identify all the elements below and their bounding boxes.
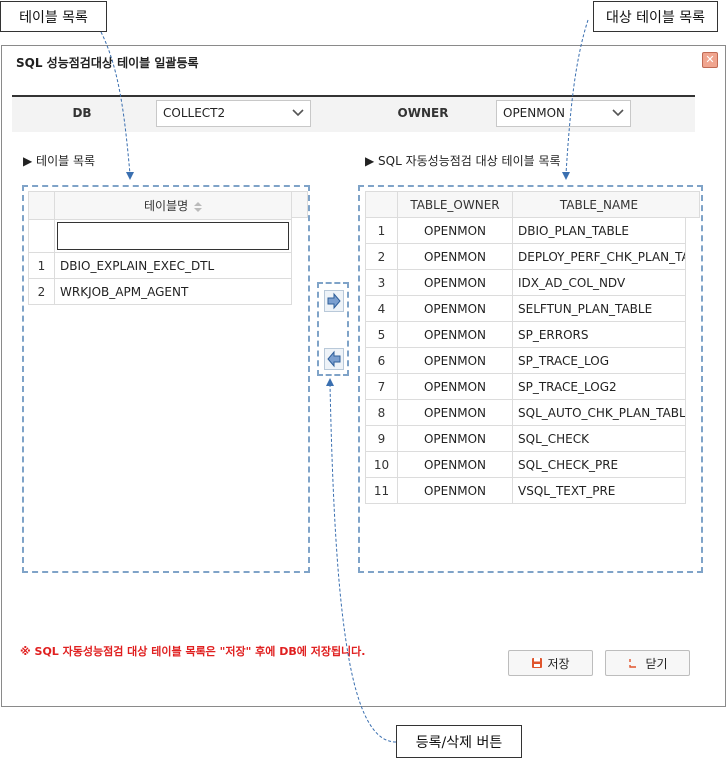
table-row[interactable]: 4 OPENMON SELFTUN_PLAN_TABLE xyxy=(365,295,686,322)
close-x-icon xyxy=(629,659,637,668)
callout-register-delete-buttons: 등록/삭제 버튼 xyxy=(396,725,522,758)
table-row[interactable]: 8 OPENMON SQL_AUTO_CHK_PLAN_TABLE xyxy=(365,399,686,426)
register-delete-buttons xyxy=(317,282,349,376)
arrow-left-icon xyxy=(327,350,341,368)
callout-target-table-list: 대상 테이블 목록 xyxy=(593,1,718,32)
row-number-header xyxy=(365,191,398,218)
save-notice: ※ SQL 자동성능점검 대상 테이블 목록은 "저장" 후에 DB에 저장됩니… xyxy=(20,645,366,658)
save-icon xyxy=(532,658,543,668)
dialog-title: SQL 성능점검대상 테이블 일괄등록 xyxy=(16,56,199,70)
chevron-down-icon xyxy=(292,109,304,117)
table-row[interactable]: 1 DBIO_EXPLAIN_EXEC_DTL xyxy=(28,252,292,279)
table-row[interactable]: 7 OPENMON SP_TRACE_LOG2 xyxy=(365,373,686,400)
close-icon[interactable]: ✕ xyxy=(702,52,718,68)
db-select[interactable]: COLLECT2 xyxy=(156,100,311,127)
header-spacer xyxy=(685,191,700,218)
table-row[interactable]: 6 OPENMON SP_TRACE_LOG xyxy=(365,347,686,374)
save-button[interactable]: 저장 xyxy=(508,650,593,676)
callout-table-list: 테이블 목록 xyxy=(0,1,107,32)
callout-text: 대상 테이블 목록 xyxy=(605,9,706,26)
right-panel-title: ▶ SQL 자동성능점검 대상 테이블 목록 xyxy=(365,154,561,168)
table-row[interactable]: 10 OPENMON SQL_CHECK_PRE xyxy=(365,451,686,478)
add-table-button[interactable] xyxy=(324,290,344,312)
bulk-register-dialog: SQL 성능점검대상 테이블 일괄등록 ✕ DB COLLECT2 OWNER … xyxy=(1,45,726,707)
arrow-right-icon xyxy=(327,292,341,310)
table-name-header[interactable]: 테이블명 xyxy=(54,191,292,220)
remove-table-button[interactable] xyxy=(324,348,344,370)
close-button[interactable]: 닫기 xyxy=(605,650,690,676)
db-label: DB xyxy=(72,106,92,120)
table-row[interactable]: 2OPENMONDEPLOY_PERF_CHK_PLAN_TABL xyxy=(365,243,686,270)
chevron-down-icon xyxy=(612,109,624,117)
left-panel-title: ▶ 테이블 목록 xyxy=(23,154,96,168)
callout-text: 등록/삭제 버튼 xyxy=(415,734,503,751)
table-row[interactable]: 2 WRKJOB_APM_AGENT xyxy=(28,278,292,305)
owner-select[interactable]: OPENMON xyxy=(496,100,631,127)
table-row[interactable]: 3 OPENMON IDX_AD_COL_NDV xyxy=(365,269,686,296)
table-row[interactable]: 1 OPENMON DBIO_PLAN_TABLE xyxy=(365,217,686,244)
table-row[interactable]: 9 OPENMON SQL_CHECK xyxy=(365,425,686,452)
callout-text: 테이블 목록 xyxy=(19,9,88,26)
row-number-header xyxy=(28,191,55,220)
close-button-label: 닫기 xyxy=(645,656,668,671)
table-name-header[interactable]: TABLE_NAME xyxy=(512,191,686,218)
table-row[interactable]: 5 OPENMON SP_ERRORS xyxy=(365,321,686,348)
table-row[interactable]: 11 OPENMON VSQL_TEXT_PRE xyxy=(365,477,686,504)
sort-icon[interactable] xyxy=(194,201,202,212)
filter-bar: DB COLLECT2 OWNER OPENMON xyxy=(12,95,695,132)
save-button-label: 저장 xyxy=(547,656,570,671)
db-select-value: COLLECT2 xyxy=(163,106,226,120)
owner-select-value: OPENMON xyxy=(503,106,566,120)
owner-label: OWNER xyxy=(356,97,490,130)
table-name-filter-input[interactable] xyxy=(57,222,289,250)
table-owner-header[interactable]: TABLE_OWNER xyxy=(397,191,513,218)
header-spacer xyxy=(292,191,308,218)
target-table-list-grid: TABLE_OWNER TABLE_NAME 1 OPENMON DBIO_PLAN… xyxy=(358,185,703,573)
table-name-header-label: 테이블명 xyxy=(144,199,189,213)
table-list-grid: 테이블명 1 DBIO_EXPLAIN_EXEC_DTL 2 WRKJOB_AP… xyxy=(22,185,310,573)
